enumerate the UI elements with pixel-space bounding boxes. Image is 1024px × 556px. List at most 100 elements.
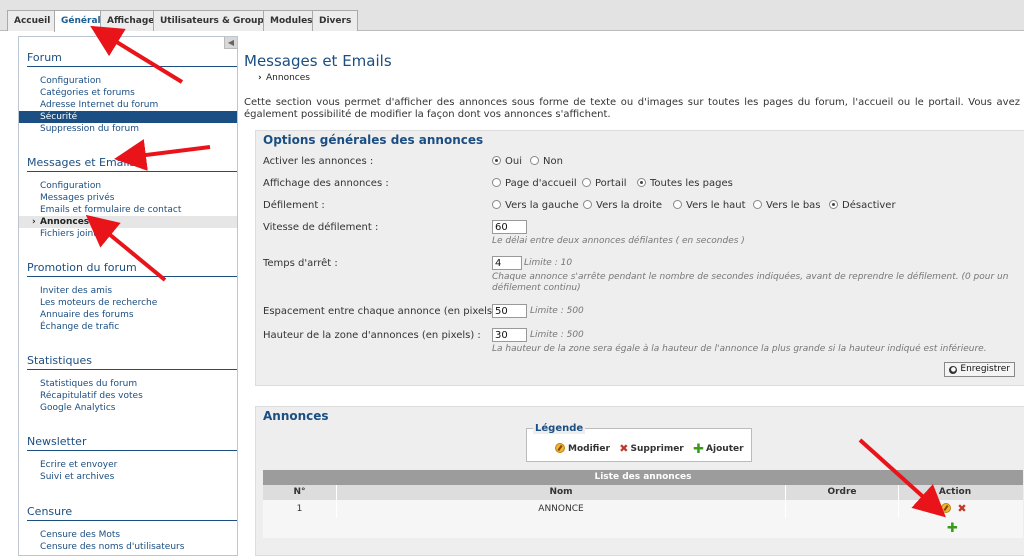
affichage-label: Affichage des annonces : — [263, 178, 389, 189]
sidebar-item-censure-noms[interactable]: Censure des noms d'utilisateurs — [19, 541, 237, 553]
sidebar-item-adresse-internet[interactable]: Adresse Internet du forum — [19, 99, 237, 111]
defilement-droite-radio[interactable]: Vers la droite — [583, 200, 662, 211]
sidebar-item-categories-forums[interactable]: Catégories et forums — [19, 87, 237, 99]
radio-checked-icon — [492, 156, 501, 165]
activer-label: Activer les annonces : — [263, 156, 374, 167]
defilement-desactiver-label: Désactiver — [842, 200, 896, 211]
activer-oui-radio[interactable]: Oui — [492, 156, 522, 167]
activer-non-radio[interactable]: Non — [530, 156, 563, 167]
defilement-haut-label: Vers le haut — [686, 200, 746, 211]
hauteur-hint: La hauteur de la zone sera égale à la ha… — [492, 344, 987, 354]
tab-divers[interactable]: Divers — [312, 10, 359, 31]
arret-input[interactable] — [492, 256, 522, 270]
legend-delete-label: Supprimer — [630, 444, 684, 454]
activer-non-label: Non — [543, 156, 563, 167]
hauteur-input[interactable] — [492, 328, 527, 342]
annonces-panel: Annonces Légende Modifier ✖ Supprimer ✚ Aj… — [255, 406, 1024, 556]
breadcrumb-arrow-icon: › — [258, 73, 262, 83]
breadcrumb: › Annonces — [258, 73, 310, 83]
sidebar-item-annuaire-forums[interactable]: Annuaire des forums — [19, 309, 237, 321]
legend-edit-label: Modifier — [568, 444, 610, 454]
sidebar-section-messages-emails: Messages et Emails — [27, 156, 237, 172]
radio-unchecked-icon — [582, 178, 591, 187]
sidebar-item-suivi-archives[interactable]: Suivi et archives — [19, 471, 237, 483]
options-panel: Options générales des annonces Activer l… — [255, 130, 1024, 386]
sidebar-item-moteurs-recherche[interactable]: Les moteurs de recherche — [19, 297, 237, 309]
sidebar-item-annonces[interactable]: › Annonces — [19, 216, 237, 228]
hauteur-limit: Limite : 500 — [530, 330, 584, 340]
affichage-portail-radio[interactable]: Portail — [582, 178, 627, 189]
espacement-input[interactable] — [492, 304, 527, 318]
affichage-toutes-label: Toutes les pages — [650, 178, 733, 189]
sidebar: ◀ Forum Configuration Catégories et foru… — [18, 36, 238, 556]
radio-unchecked-icon — [753, 200, 762, 209]
radio-checked-icon — [829, 200, 838, 209]
tab-accueil[interactable]: Accueil — [7, 10, 58, 31]
affichage-toutes-radio[interactable]: Toutes les pages — [637, 178, 733, 189]
radio-unchecked-icon — [492, 200, 501, 209]
hauteur-label: Hauteur de la zone d'annonces (en pixels… — [263, 330, 481, 341]
legend-row: Modifier ✖ Supprimer ✚ Ajouter — [555, 442, 744, 457]
defilement-droite-label: Vers la droite — [596, 200, 663, 211]
radio-unchecked-icon — [492, 178, 501, 187]
table-add-row: ✚ — [263, 518, 1023, 538]
edit-icon — [555, 443, 565, 453]
collapse-sidebar-icon[interactable]: ◀ — [224, 37, 237, 49]
defilement-gauche-label: Vers la gauche — [505, 200, 579, 211]
arret-label: Temps d'arrêt : — [263, 258, 338, 269]
table-header-row: N° Nom Ordre Action — [263, 485, 1023, 500]
defilement-gauche-radio[interactable]: Vers la gauche — [492, 200, 579, 211]
vitesse-input[interactable] — [492, 220, 527, 234]
sidebar-section-censure: Censure — [27, 505, 237, 521]
vitesse-hint: Le délai entre deux annonces défilantes … — [492, 236, 745, 246]
sidebar-section-promotion: Promotion du forum — [27, 261, 237, 277]
radio-unchecked-icon — [583, 200, 592, 209]
annonces-panel-title: Annonces — [263, 409, 329, 423]
sidebar-item-fichiers-joints[interactable]: Fichiers joints — [19, 228, 237, 240]
admin-tab-bar: Accueil Général Affichage Utilisateurs &… — [0, 0, 1024, 32]
affichage-portail-label: Portail — [595, 178, 627, 189]
table-caption: Liste des annonces — [263, 470, 1023, 485]
defilement-desactiver-radio[interactable]: Désactiver — [829, 200, 896, 211]
legend-title: Légende — [533, 423, 586, 434]
affichage-accueil-radio[interactable]: Page d'accueil — [492, 178, 577, 189]
sidebar-item-google-analytics[interactable]: Google Analytics — [19, 402, 237, 414]
row-actions: ✖ — [899, 500, 1011, 518]
sidebar-item-emails-contact[interactable]: Emails et formulaire de contact — [19, 204, 237, 216]
row-order — [786, 500, 899, 518]
sidebar-item-echange-trafic[interactable]: Échange de trafic — [19, 321, 237, 333]
annonces-table: Liste des annonces N° Nom Ordre Action 1… — [263, 470, 1023, 538]
defilement-label: Défilement : — [263, 200, 325, 211]
sidebar-item-configuration[interactable]: Configuration — [19, 75, 237, 87]
sidebar-item-inviter-amis[interactable]: Inviter des amis — [19, 285, 237, 297]
defilement-haut-radio[interactable]: Vers le haut — [673, 200, 746, 211]
sidebar-item-annonces-label: Annonces — [40, 217, 90, 227]
options-panel-title: Options générales des annonces — [263, 133, 484, 147]
sidebar-item-censure-mots[interactable]: Censure des Mots — [19, 529, 237, 541]
row-add-icon[interactable]: ✚ — [947, 521, 958, 536]
delete-icon: ✖ — [619, 442, 629, 455]
activer-oui-label: Oui — [505, 156, 522, 167]
arret-hint: Chaque annonce s'arrête pendant le nombr… — [492, 272, 1009, 293]
row-num: 1 — [263, 500, 337, 518]
page-title: Messages et Emails — [244, 52, 392, 70]
sidebar-item-suppression-forum[interactable]: Suppression du forum — [19, 123, 237, 135]
sidebar-item-recapitulatif-votes[interactable]: Récapitulatif des votes — [19, 390, 237, 402]
legend-add-label: Ajouter — [706, 444, 744, 454]
sidebar-item-securite[interactable]: Sécurité — [19, 111, 237, 123]
row-edit-icon[interactable] — [941, 503, 952, 513]
table-row: 1 ANNONCE ✖ — [263, 500, 1023, 518]
sidebar-item-messages-configuration[interactable]: Configuration — [19, 180, 237, 192]
arret-limit: Limite : 10 — [524, 258, 573, 268]
save-icon: ● — [949, 366, 958, 374]
current-item-arrow-icon: › — [32, 217, 36, 227]
sidebar-item-messages-prives[interactable]: Messages privés — [19, 192, 237, 204]
sidebar-item-ecrire-envoyer[interactable]: Ecrire et envoyer — [19, 459, 237, 471]
defilement-bas-label: Vers le bas — [766, 200, 821, 211]
radio-unchecked-icon — [673, 200, 682, 209]
defilement-bas-radio[interactable]: Vers le bas — [753, 200, 821, 211]
row-delete-icon[interactable]: ✖ — [957, 500, 966, 518]
affichage-accueil-label: Page d'accueil — [505, 178, 577, 189]
save-button[interactable]: ● Enregistrer — [944, 362, 1015, 377]
sidebar-item-statistiques-forum[interactable]: Statistiques du forum — [19, 378, 237, 390]
